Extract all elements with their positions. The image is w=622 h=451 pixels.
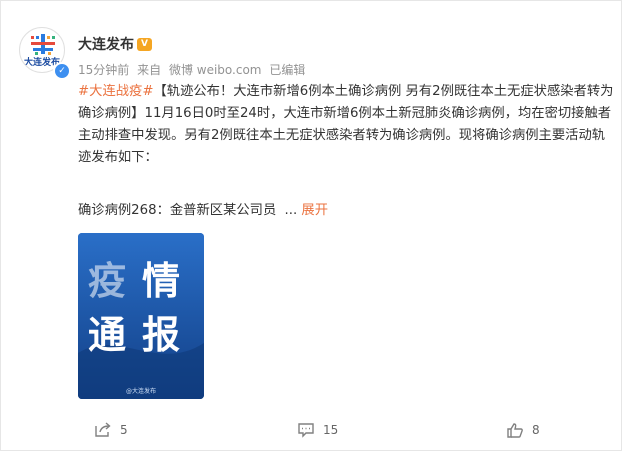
verified-badge-icon: ✓ [53,62,71,80]
ellipsis: ... [284,203,298,218]
post-truncated-line: 确诊病例268：金普新区某公司员 ... 展开 [78,201,328,221]
vip-badge-icon[interactable]: V [137,38,152,51]
comment-icon [298,423,314,438]
comment-count: 15 [323,423,339,437]
post-meta: 15分钟前 来自 微博 weibo.com 已编辑 [78,62,309,78]
case-line-text: 确诊病例268：金普新区某公司员 [78,203,277,218]
expand-link[interactable]: 展开 [301,203,328,218]
share-count: 5 [120,423,128,437]
post-content: #大连战疫#【轨迹公布！大连市新增6例本土确诊病例 另有2例既往本土无症状感染者… [78,81,614,169]
source-app-link[interactable]: 微博 weibo.com [169,63,262,77]
hashtag-link[interactable]: #大连战疫# [78,84,153,99]
source-prefix: 来自 [137,63,162,77]
image-char-3: 通 [88,313,127,357]
action-bar: 5 15 8 [1,415,622,445]
username-link[interactable]: 大连发布 [78,36,134,54]
post-image[interactable]: 疫 情 通 报 @大连发布 [78,233,204,399]
image-char-2: 情 [142,259,181,303]
weibo-post-card: 大连发布 ✓ 大连发布 V 15分钟前 来自 微博 weibo.com 已编辑 … [0,0,622,451]
post-time[interactable]: 15分钟前 [78,63,129,77]
image-watermark: @大连发布 [125,388,156,395]
share-icon [95,422,111,437]
post-body-text: 【轨迹公布！大连市新增6例本土确诊病例 另有2例既往本土无症状感染者转为确诊病例… [78,84,614,165]
thumbs-up-icon [507,423,523,438]
image-char-1: 疫 [88,259,127,303]
comment-button[interactable]: 15 [297,415,338,445]
image-char-4: 报 [142,313,181,357]
like-button[interactable]: 8 [506,415,540,445]
edited-label[interactable]: 已编辑 [269,63,305,77]
share-button[interactable]: 5 [94,415,128,445]
like-count: 8 [532,423,540,437]
